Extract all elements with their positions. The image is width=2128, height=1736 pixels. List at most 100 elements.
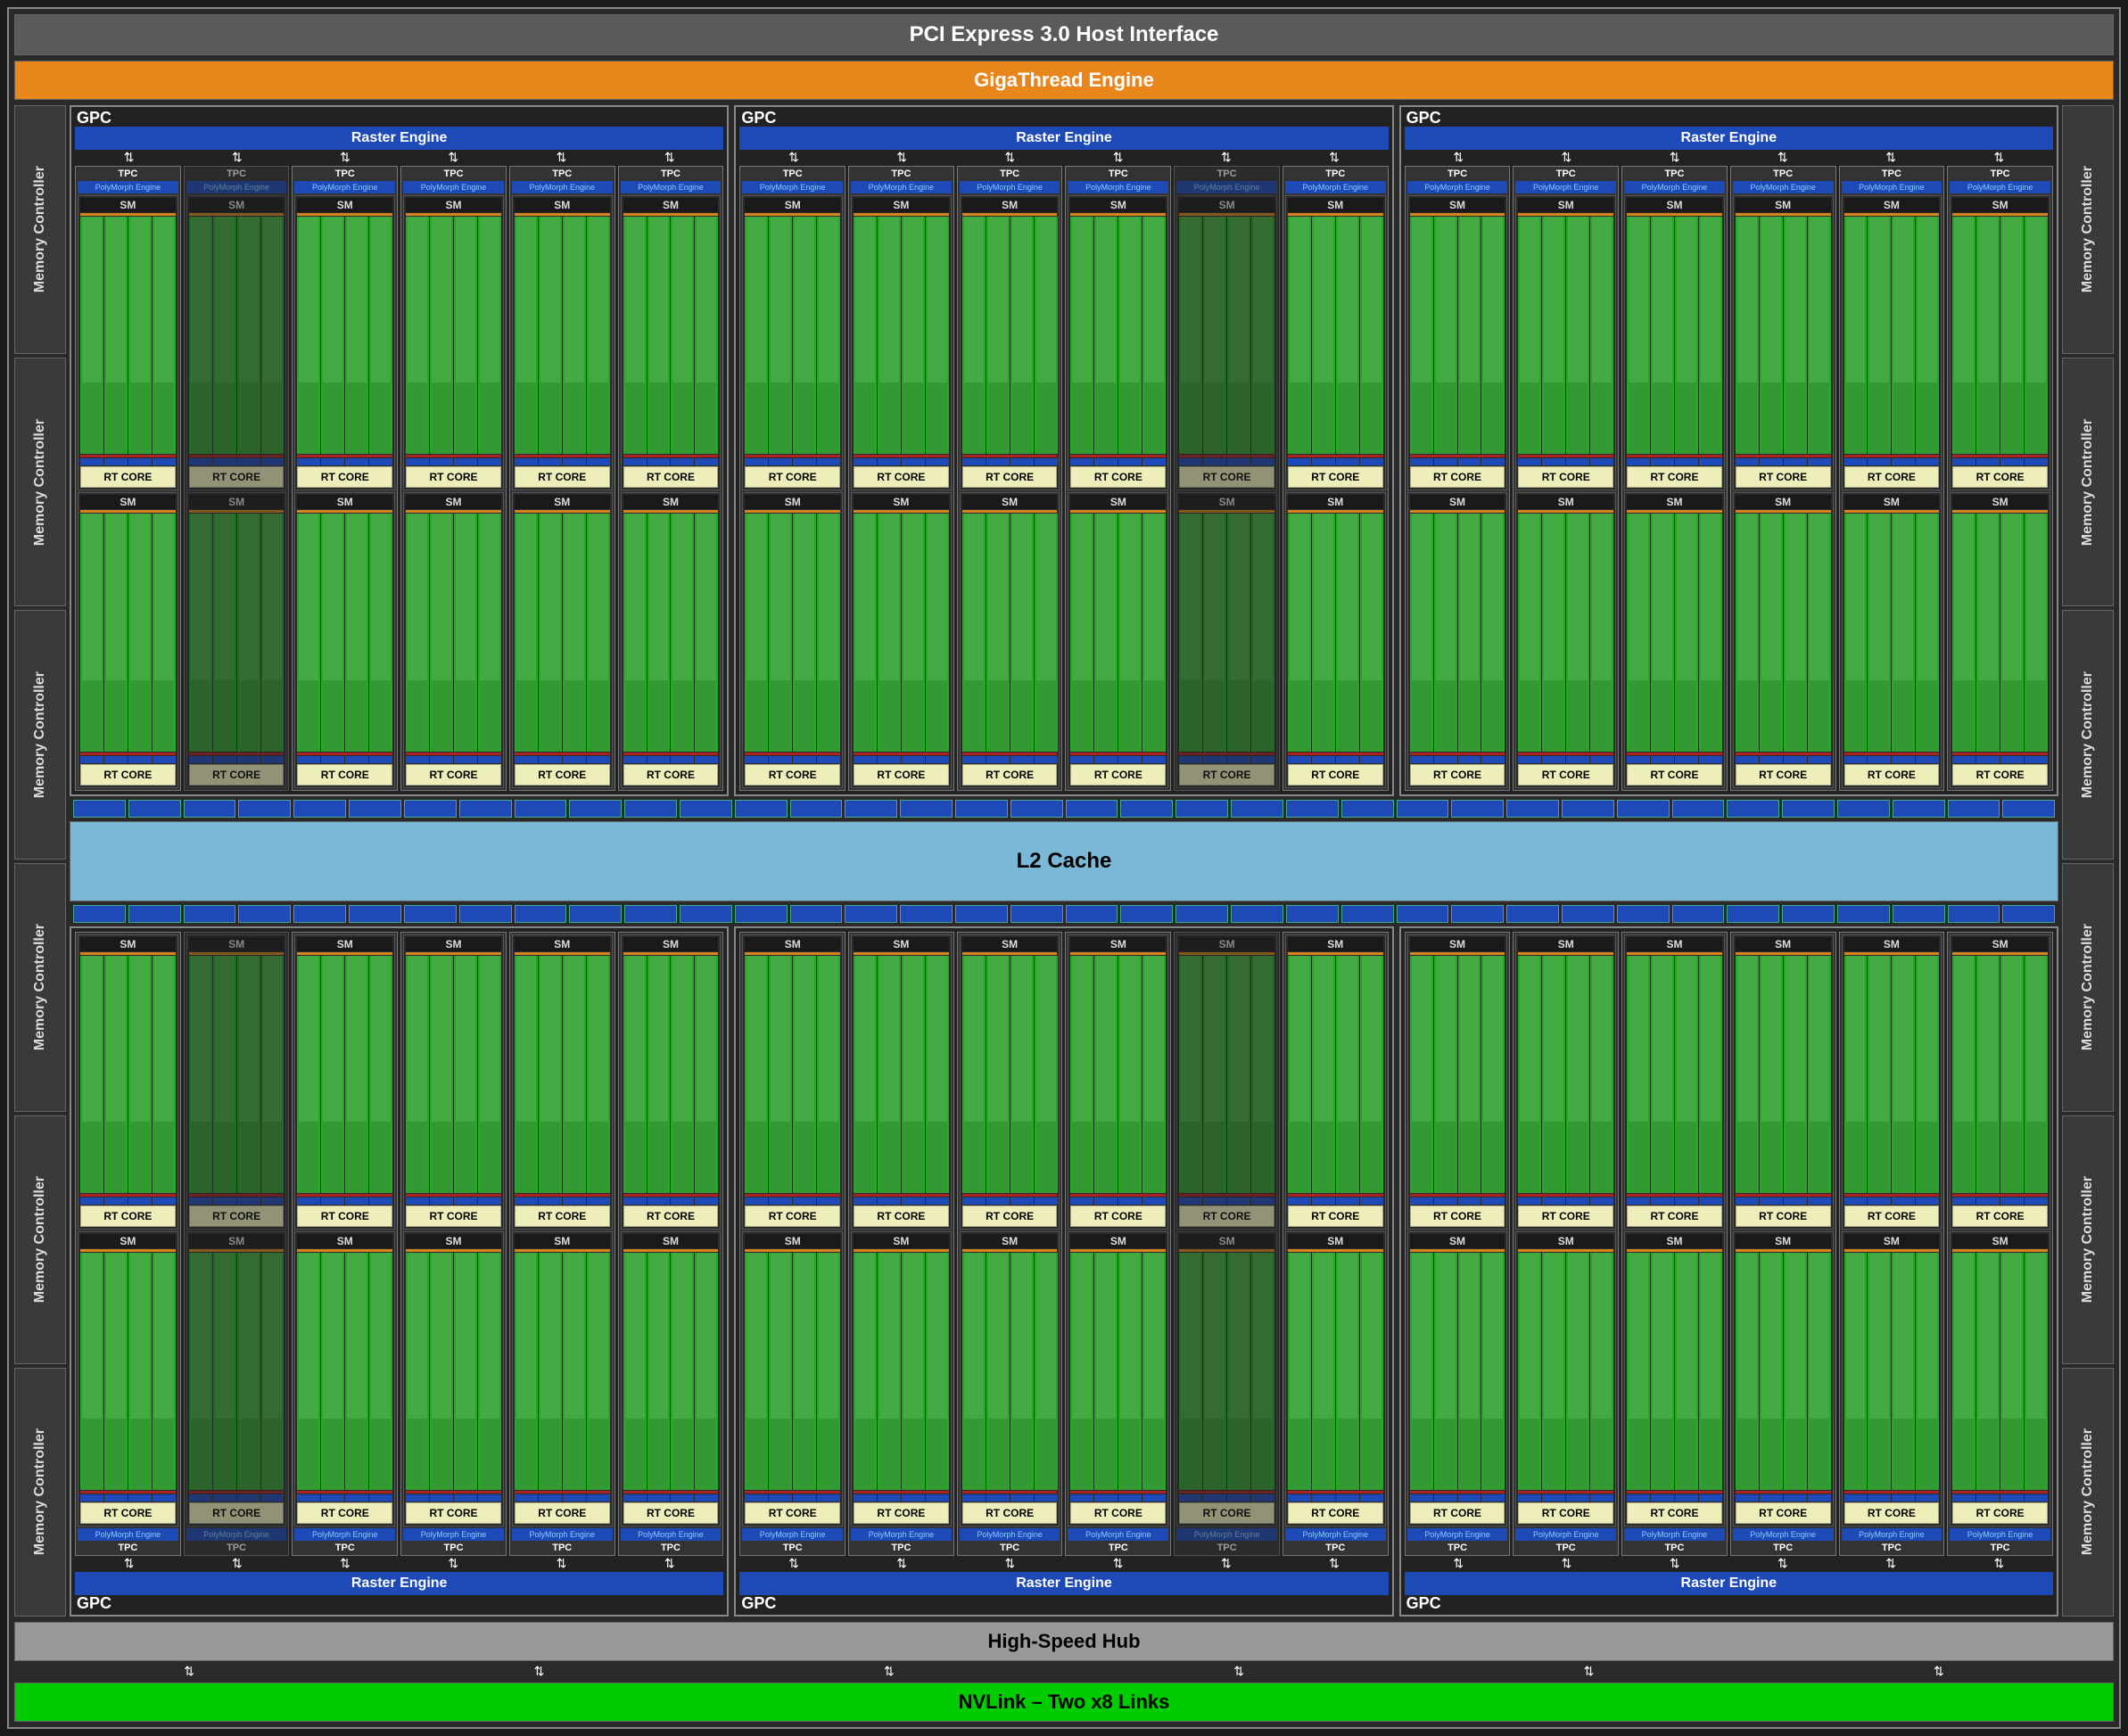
sm-block: SMRT CORE [294, 934, 395, 1230]
sm-block: SMRT CORE [1842, 195, 1942, 490]
sm-label: SM [80, 495, 176, 509]
polymorph-engine: PolyMorph Engine [851, 1528, 952, 1541]
sm-block: SMRT CORE [294, 492, 395, 787]
rt-core: RT CORE [515, 466, 610, 488]
cuda-cores [1179, 217, 1274, 454]
memory-controller-label: Memory Controller [32, 1176, 48, 1303]
cuda-cores [406, 514, 501, 751]
core-column [587, 217, 610, 454]
lsu-row [1518, 1194, 1613, 1197]
core-column [926, 956, 949, 1193]
warp-scheduler [1518, 1249, 1613, 1252]
lsu-row [515, 753, 610, 755]
core-column [1288, 514, 1311, 751]
tex-units [745, 756, 840, 763]
rop-unit [1782, 905, 1835, 923]
sm-label: SM [1410, 1234, 1505, 1248]
cuda-cores [745, 514, 840, 751]
core-column [1566, 1253, 1589, 1490]
tpc-label: TPC [1407, 1543, 1508, 1553]
polymorph-engine: PolyMorph Engine [186, 181, 287, 193]
core-column [128, 956, 152, 1193]
warp-scheduler [80, 213, 176, 216]
rt-core: RT CORE [1627, 1205, 1722, 1227]
lsu-row [406, 1194, 501, 1197]
warp-scheduler [1288, 952, 1383, 955]
warp-scheduler [406, 952, 501, 955]
lsu-row [1736, 1491, 1831, 1493]
memory-controller: Memory Controller [14, 863, 66, 1112]
core-column [695, 956, 718, 1193]
core-column [1675, 956, 1698, 1193]
core-column [878, 217, 901, 454]
cuda-cores [1627, 1253, 1722, 1490]
tex-units [745, 1494, 840, 1502]
tex-units [1736, 1197, 1831, 1205]
cuda-cores [1518, 514, 1613, 751]
tpc: TPCPolyMorph EngineSMRT CORESMRT CORE [400, 166, 507, 791]
core-column [261, 514, 285, 751]
rop-row-bottom [70, 905, 2058, 923]
lsu-row [189, 455, 285, 457]
warp-scheduler [1627, 952, 1722, 955]
rt-core: RT CORE [962, 1205, 1058, 1227]
polymorph-engine: PolyMorph Engine [1407, 181, 1508, 193]
tex-units [80, 458, 176, 465]
sm-label: SM [189, 1234, 285, 1248]
lsu-row [854, 1491, 949, 1493]
tpc-label: TPC [1176, 1543, 1277, 1553]
lsu-row [1627, 1194, 1722, 1197]
lsu-row [1070, 455, 1166, 457]
core-column [1094, 217, 1118, 454]
sm-block: SMRT CORE [1950, 492, 2050, 787]
warp-scheduler [1288, 510, 1383, 513]
rt-core: RT CORE [1952, 764, 2048, 786]
sm-label: SM [1410, 495, 1505, 509]
rop-unit [404, 905, 457, 923]
core-column [1434, 514, 1457, 751]
tex-units [623, 458, 719, 465]
cuda-cores [1410, 514, 1505, 751]
core-column [563, 217, 586, 454]
core-column [80, 1253, 103, 1490]
core-column [261, 956, 285, 1193]
core-column [745, 1253, 768, 1490]
gpc-label: GPC [741, 1594, 776, 1613]
gigathread-engine-bar: GigaThread Engine [14, 61, 2114, 100]
tpc-label: TPC [294, 1543, 395, 1553]
polymorph-engine: PolyMorph Engine [621, 1528, 722, 1541]
memory-controller: Memory Controller [2062, 1368, 2114, 1617]
lsu-row [515, 1491, 610, 1493]
core-column [1627, 217, 1650, 454]
warp-scheduler [1179, 952, 1274, 955]
sm-label: SM [1844, 495, 1940, 509]
warp-scheduler [623, 213, 719, 216]
rop-unit [680, 800, 732, 818]
polymorph-engine: PolyMorph Engine [1950, 1528, 2050, 1541]
rop-unit [1727, 800, 1779, 818]
core-column [2000, 217, 2024, 454]
sm-block: SMRT CORE [403, 195, 504, 490]
rt-core: RT CORE [515, 1502, 610, 1524]
memory-controller: Memory Controller [14, 1368, 66, 1617]
tex-units [1288, 458, 1383, 465]
warp-scheduler [189, 952, 285, 955]
warp-scheduler [962, 952, 1058, 955]
tex-units [1736, 756, 1831, 763]
core-column [1784, 956, 1807, 1193]
core-column [1590, 956, 1613, 1193]
polymorph-engine: PolyMorph Engine [960, 181, 1060, 193]
tex-units [189, 1494, 285, 1502]
core-column [189, 217, 212, 454]
warp-scheduler [1844, 952, 1940, 955]
rt-core: RT CORE [1736, 1205, 1831, 1227]
polymorph-engine: PolyMorph Engine [1842, 181, 1942, 193]
sm-block: SMRT CORE [403, 1231, 504, 1526]
core-column [563, 956, 586, 1193]
warp-scheduler [1518, 213, 1613, 216]
sm-block: SMRT CORE [960, 492, 1060, 787]
core-column [1518, 217, 1541, 454]
rt-core: RT CORE [1070, 466, 1166, 488]
core-column [623, 514, 647, 751]
rop-unit [735, 800, 788, 818]
